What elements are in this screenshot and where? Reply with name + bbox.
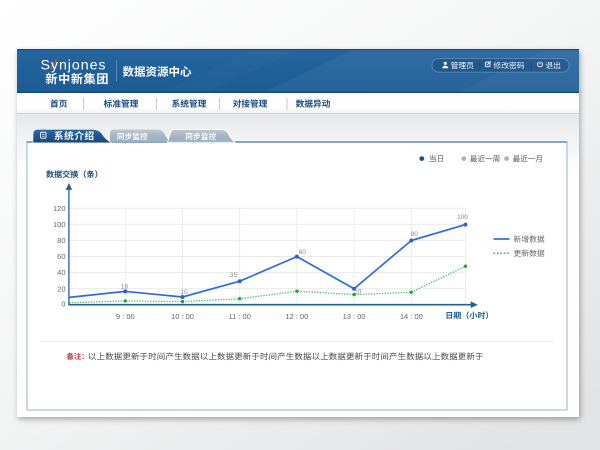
svg-text:13 : 00: 13 : 00	[343, 312, 366, 321]
svg-text:120: 120	[53, 204, 66, 213]
svg-text:100: 100	[457, 214, 468, 221]
svg-text:11 : 00: 11 : 00	[229, 312, 251, 321]
svg-text:9 : 00: 9 : 00	[116, 312, 135, 321]
svg-text:10 : 00: 10 : 00	[171, 312, 194, 321]
svg-text:60: 60	[299, 249, 307, 256]
svg-text:18: 18	[121, 283, 129, 290]
svg-text:40: 40	[57, 268, 65, 277]
svg-text:60: 60	[57, 252, 65, 261]
svg-text:80: 80	[411, 231, 419, 238]
svg-text:10: 10	[180, 289, 188, 296]
svg-text:Synjones: Synjones	[41, 58, 107, 74]
svg-text:0: 0	[61, 300, 65, 309]
svg-text:80: 80	[57, 236, 65, 245]
svg-text:10: 10	[354, 288, 362, 295]
svg-text:100: 100	[53, 220, 66, 229]
svg-text:35: 35	[230, 272, 238, 279]
svg-text:12 : 00: 12 : 00	[285, 312, 308, 321]
svg-text:14 : 00: 14 : 00	[400, 312, 423, 321]
svg-text:20: 20	[57, 284, 65, 293]
